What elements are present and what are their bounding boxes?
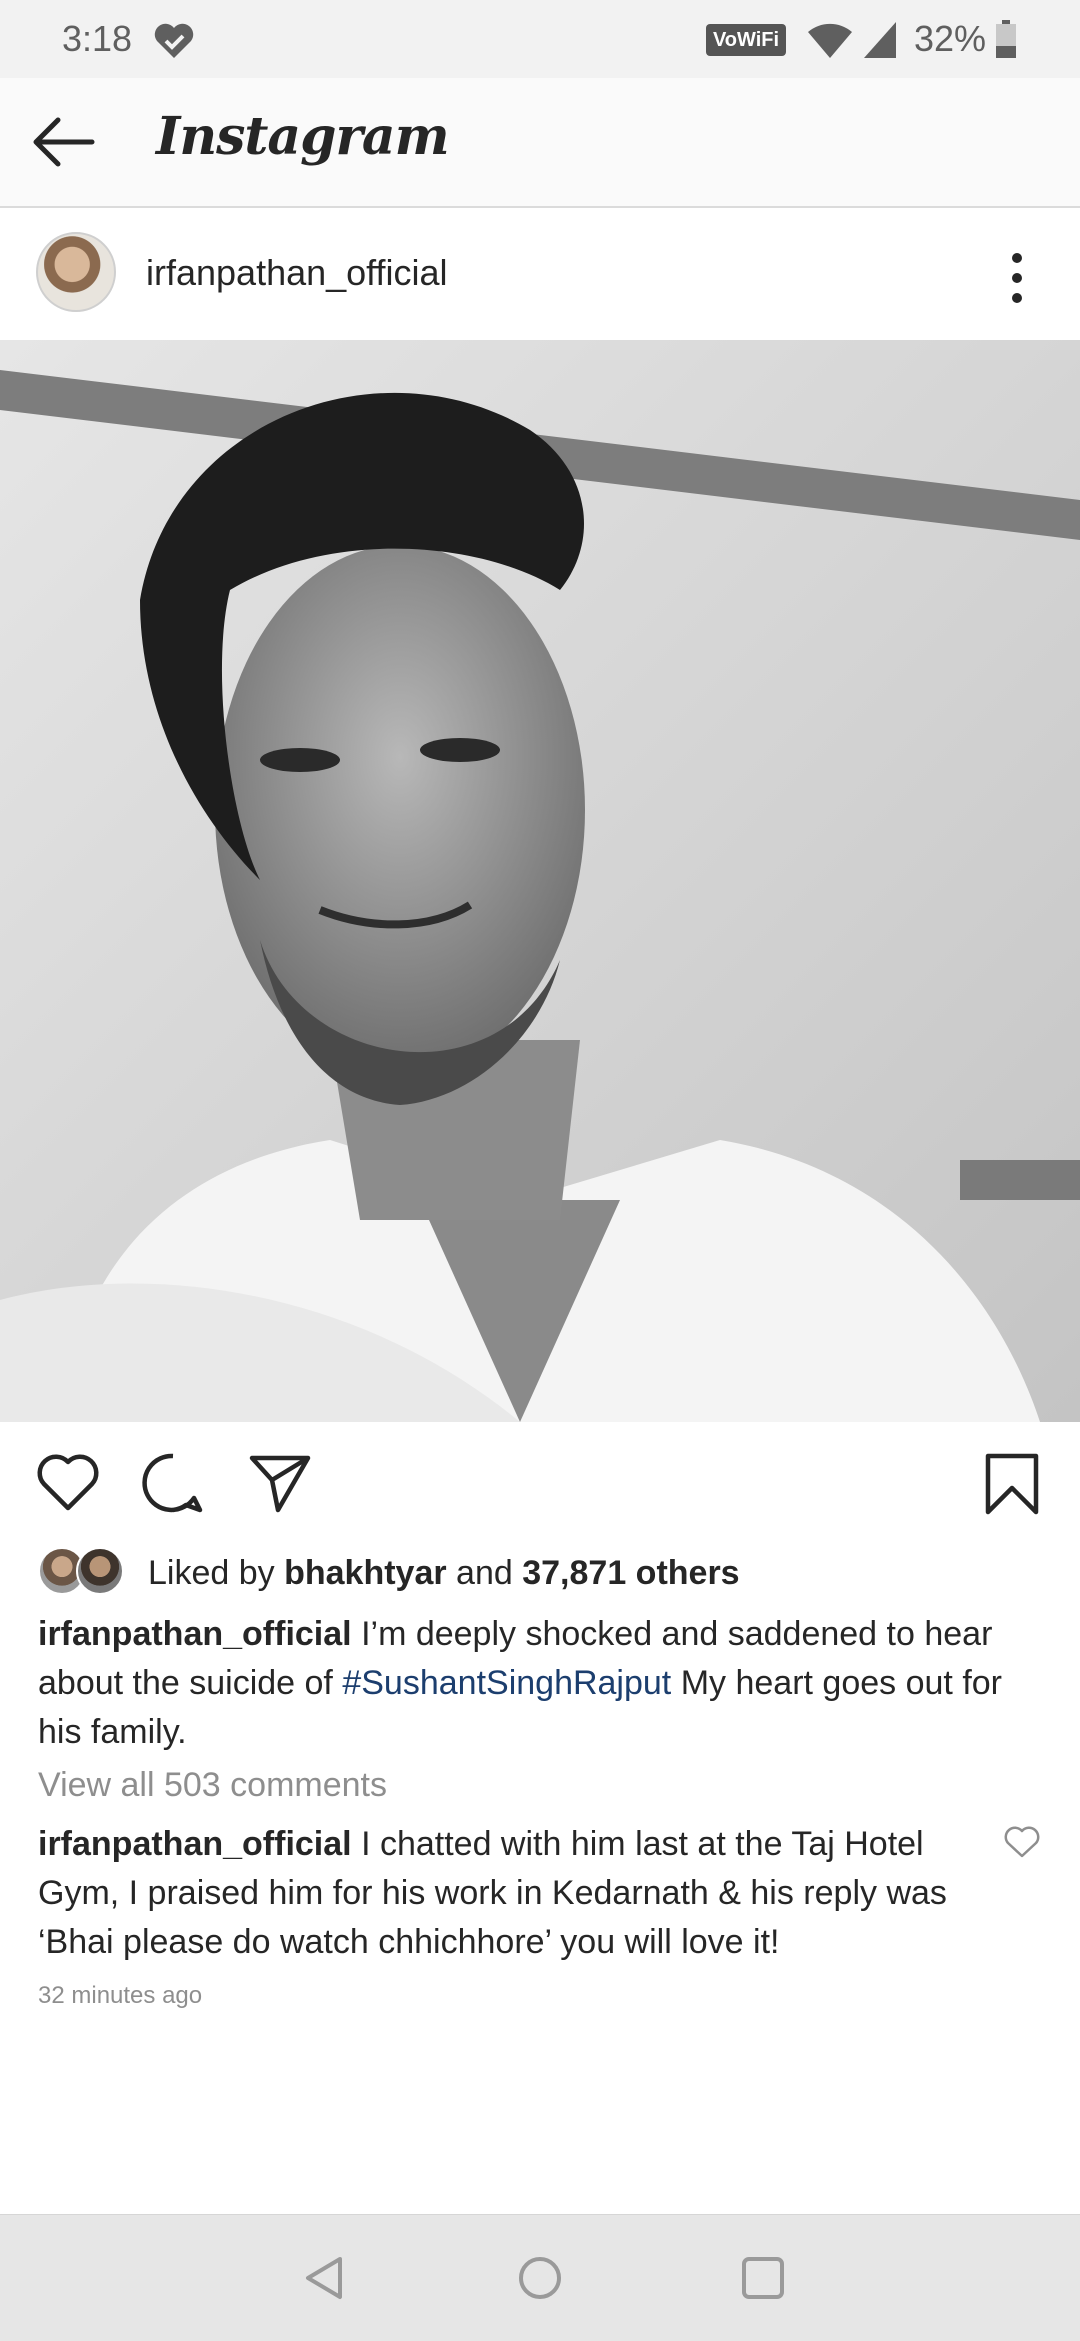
back-arrow-icon[interactable] [28,112,98,172]
battery-icon [996,20,1016,58]
post-username[interactable]: irfanpathan_official [146,252,448,294]
status-bar: 3:18 VoWiFi 32% [0,0,1080,78]
more-options-icon[interactable] [1000,248,1034,308]
comment-icon[interactable] [142,1452,204,1514]
app-title: Instagram [156,106,450,167]
likes-prefix: Liked by [148,1553,275,1592]
system-nav-bar [0,2214,1080,2341]
post-caption: irfanpathan_official I’m deeply shocked … [38,1610,1038,1757]
avatar [76,1547,124,1595]
comment-username[interactable]: irfanpathan_official [38,1825,352,1863]
likes-others-count[interactable]: 37,871 others [522,1554,739,1593]
nav-back-icon[interactable] [300,2253,350,2303]
avatar[interactable] [36,232,116,312]
liker-avatars [38,1547,138,1599]
status-time: 3:18 [62,18,133,59]
post-actions [0,1422,1080,1542]
post-photo[interactable] [0,340,1080,1422]
view-all-comments-link[interactable]: View all 503 comments [38,1766,387,1805]
battery-percent: 32% [914,18,987,59]
nav-recents-icon[interactable] [738,2253,788,2303]
post-header: irfanpathan_official [0,208,1080,340]
like-heart-icon[interactable] [36,1452,100,1512]
likes-connector: and [456,1553,513,1592]
caption-hashtag[interactable]: #SushantSinghRajput [342,1664,671,1702]
vowifi-badge: VoWiFi [706,24,786,56]
heart-check-icon [154,23,194,59]
comment-item: irfanpathan_official I chatted with him … [38,1820,998,1967]
signal-icon [864,22,896,58]
caption-username[interactable]: irfanpathan_official [38,1615,352,1653]
comment-like-heart-icon[interactable] [1004,1826,1040,1858]
app-header: Instagram [0,78,1080,208]
bookmark-icon[interactable] [984,1452,1040,1516]
portrait-photo-icon [0,340,1080,1422]
post-timestamp: 32 minutes ago [38,1982,203,2009]
wifi-icon [808,23,852,58]
likes-summary[interactable]: Liked by bhakhtyar and 37,871 others [38,1546,740,1600]
share-send-icon[interactable] [248,1452,312,1514]
liker-username[interactable]: bhakhtyar [284,1554,447,1593]
nav-home-icon[interactable] [515,2253,565,2303]
